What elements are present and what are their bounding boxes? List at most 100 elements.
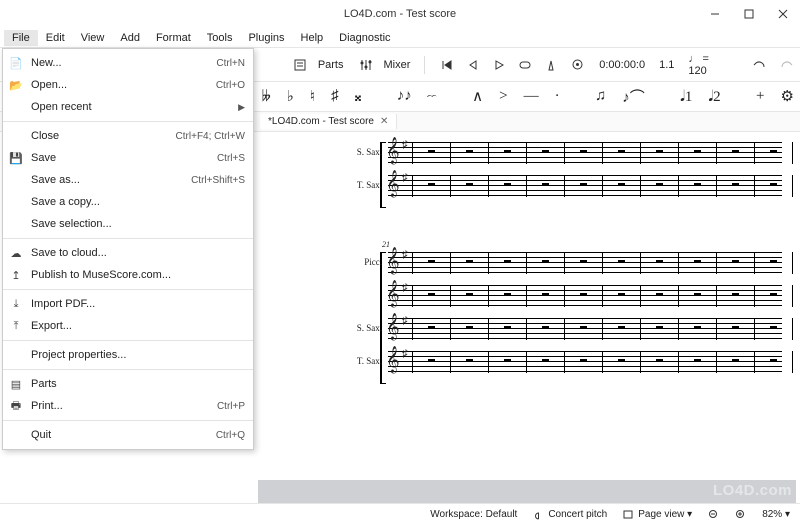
zoom-in-button[interactable]: [731, 509, 750, 520]
stave[interactable]: 𝄞♯: [388, 285, 782, 307]
menu-item-label: Print...: [31, 400, 211, 412]
menu-item-import-pdf[interactable]: ⤓Import PDF...: [3, 293, 253, 315]
menu-item-parts[interactable]: ▤Parts: [3, 373, 253, 395]
stave[interactable]: 𝄞♯T. Sax.: [388, 175, 782, 197]
play-button[interactable]: [491, 57, 507, 73]
menu-item-print[interactable]: 🖶Print...Ctrl+P: [3, 395, 253, 417]
close-button[interactable]: [766, 0, 800, 28]
menu-item-publish-to-musescore-com[interactable]: ↥Publish to MuseScore.com...: [3, 264, 253, 286]
menu-item-export[interactable]: ⤒Export...: [3, 315, 253, 337]
menu-diagnostic[interactable]: Diagnostic: [331, 30, 398, 46]
acc-sharp[interactable]: ♯: [331, 88, 339, 105]
stave[interactable]: 𝄞♯T. Sax.: [388, 351, 782, 373]
submenu-arrow-icon: ▶: [238, 102, 245, 113]
menu-add[interactable]: Add: [112, 30, 148, 46]
artic-marcato[interactable]: ∧: [472, 87, 483, 106]
window-title: LO4D.com - Test score: [344, 8, 456, 20]
menu-file[interactable]: File: [4, 30, 38, 46]
menu-item-save-as[interactable]: Save as...Ctrl+Shift+S: [3, 169, 253, 191]
menu-item-save[interactable]: 💾SaveCtrl+S: [3, 147, 253, 169]
maximize-button[interactable]: [732, 0, 766, 28]
menu-edit[interactable]: Edit: [38, 30, 73, 46]
menu-item-close[interactable]: CloseCtrl+F4; Ctrl+W: [3, 125, 253, 147]
metronome-button[interactable]: [543, 57, 559, 73]
menu-help[interactable]: Help: [293, 30, 332, 46]
menu-item-label: Project properties...: [31, 349, 245, 361]
open-icon: 📂: [7, 79, 25, 92]
treble-clef-icon: 𝄞: [386, 171, 400, 197]
instrument-label: T. Sax.: [332, 180, 382, 190]
menu-item-label: Save to cloud...: [31, 247, 245, 259]
score-page[interactable]: 𝄞♯S. Sax.𝄞♯T. Sax. 21 𝄞♯Picc.𝄞♯𝄞♯S. Sax.…: [258, 132, 796, 480]
menu-format[interactable]: Format: [148, 30, 199, 46]
new-icon: 📄: [7, 57, 25, 70]
settings-icon[interactable]: [569, 57, 585, 73]
view-mode-selector[interactable]: Page view ▾: [619, 509, 696, 520]
menu-plugins[interactable]: Plugins: [240, 30, 292, 46]
redo-button[interactable]: [780, 57, 794, 73]
mixer-icon[interactable]: [358, 57, 374, 73]
zoom-level[interactable]: 82% ▾: [758, 509, 794, 520]
minimize-button[interactable]: [698, 0, 732, 28]
tie-button[interactable]: ♪♪: [397, 88, 412, 105]
undo-button[interactable]: [752, 57, 766, 73]
menu-item-save-selection[interactable]: Save selection...: [3, 213, 253, 235]
loop-button[interactable]: [517, 57, 533, 73]
menu-view[interactable]: View: [73, 30, 113, 46]
menu-item-label: Save a copy...: [31, 196, 245, 208]
tab-test-score[interactable]: *LO4D.com - Test score ✕: [260, 114, 397, 129]
menu-item-label: Open recent: [31, 101, 232, 113]
menu-item-label: New...: [31, 57, 210, 69]
slur-button[interactable]: 𝆣𝆣: [428, 88, 437, 106]
export-icon: ⤒: [7, 320, 25, 333]
stave[interactable]: 𝄞♯S. Sax.: [388, 318, 782, 340]
key-signature: ♯: [402, 249, 408, 261]
print-icon: 🖶: [7, 397, 25, 416]
back-button[interactable]: [465, 57, 481, 73]
menu-tools[interactable]: Tools: [199, 30, 241, 46]
artic-staccato[interactable]: ·: [555, 88, 560, 105]
menu-shortcut: Ctrl+Q: [216, 430, 245, 441]
workspace-selector[interactable]: Workspace: Default: [426, 509, 521, 520]
treble-clef-icon: 𝄞: [386, 347, 400, 373]
mixer-label[interactable]: Mixer: [384, 59, 411, 71]
menu-item-label: Parts: [31, 378, 245, 390]
treble-clef-icon: 𝄞: [386, 314, 400, 340]
flip-button[interactable]: ♪⌒: [622, 86, 645, 107]
menu-item-save-to-cloud[interactable]: ☁Save to cloud...: [3, 242, 253, 264]
concert-pitch-toggle[interactable]: Concert pitch: [529, 509, 611, 520]
menu-item-quit[interactable]: QuitCtrl+Q: [3, 424, 253, 446]
tab-label: *LO4D.com - Test score: [268, 116, 374, 127]
acc-natural[interactable]: ♮: [310, 87, 315, 106]
key-signature: ♯: [402, 172, 408, 184]
menu-item-open-recent[interactable]: Open recent ▶: [3, 96, 253, 118]
voice-1[interactable]: 𝅘𝅥1: [680, 88, 692, 106]
stave[interactable]: 𝄞♯Picc.: [388, 252, 782, 274]
menu-item-label: Save selection...: [31, 218, 245, 230]
stave[interactable]: 𝄞♯S. Sax.: [388, 142, 782, 164]
toolbar-separator: [424, 56, 425, 74]
palette-settings-icon[interactable]: ⚙: [781, 87, 794, 106]
key-signature: ♯: [402, 139, 408, 151]
tuplet-button[interactable]: ♫: [595, 88, 606, 105]
menu-item-new[interactable]: 📄New...Ctrl+N: [3, 52, 253, 74]
rewind-button[interactable]: [439, 57, 455, 73]
acc-doubleflat[interactable]: 𝄫: [262, 88, 271, 106]
menubar: File Edit View Add Format Tools Plugins …: [0, 28, 800, 48]
key-signature: ♯: [402, 348, 408, 360]
tab-close-icon[interactable]: ✕: [380, 116, 388, 127]
parts-label[interactable]: Parts: [318, 59, 344, 71]
menu-item-open[interactable]: 📂Open...Ctrl+O: [3, 74, 253, 96]
parts-icon[interactable]: [292, 57, 308, 73]
menu-item-save-a-copy[interactable]: Save a copy...: [3, 191, 253, 213]
acc-flat[interactable]: ♭: [287, 87, 294, 106]
menu-item-label: Import PDF...: [31, 298, 245, 310]
artic-accent[interactable]: >: [499, 88, 507, 105]
zoom-out-button[interactable]: [704, 509, 723, 520]
menu-item-label: Save as...: [31, 174, 185, 186]
acc-doublesharp[interactable]: 𝄪: [355, 88, 362, 106]
add-button[interactable]: +: [756, 88, 764, 105]
voice-2[interactable]: 𝅘𝅥2: [708, 88, 720, 106]
artic-tenuto[interactable]: —: [524, 88, 539, 105]
menu-item-project-properties[interactable]: Project properties...: [3, 344, 253, 366]
